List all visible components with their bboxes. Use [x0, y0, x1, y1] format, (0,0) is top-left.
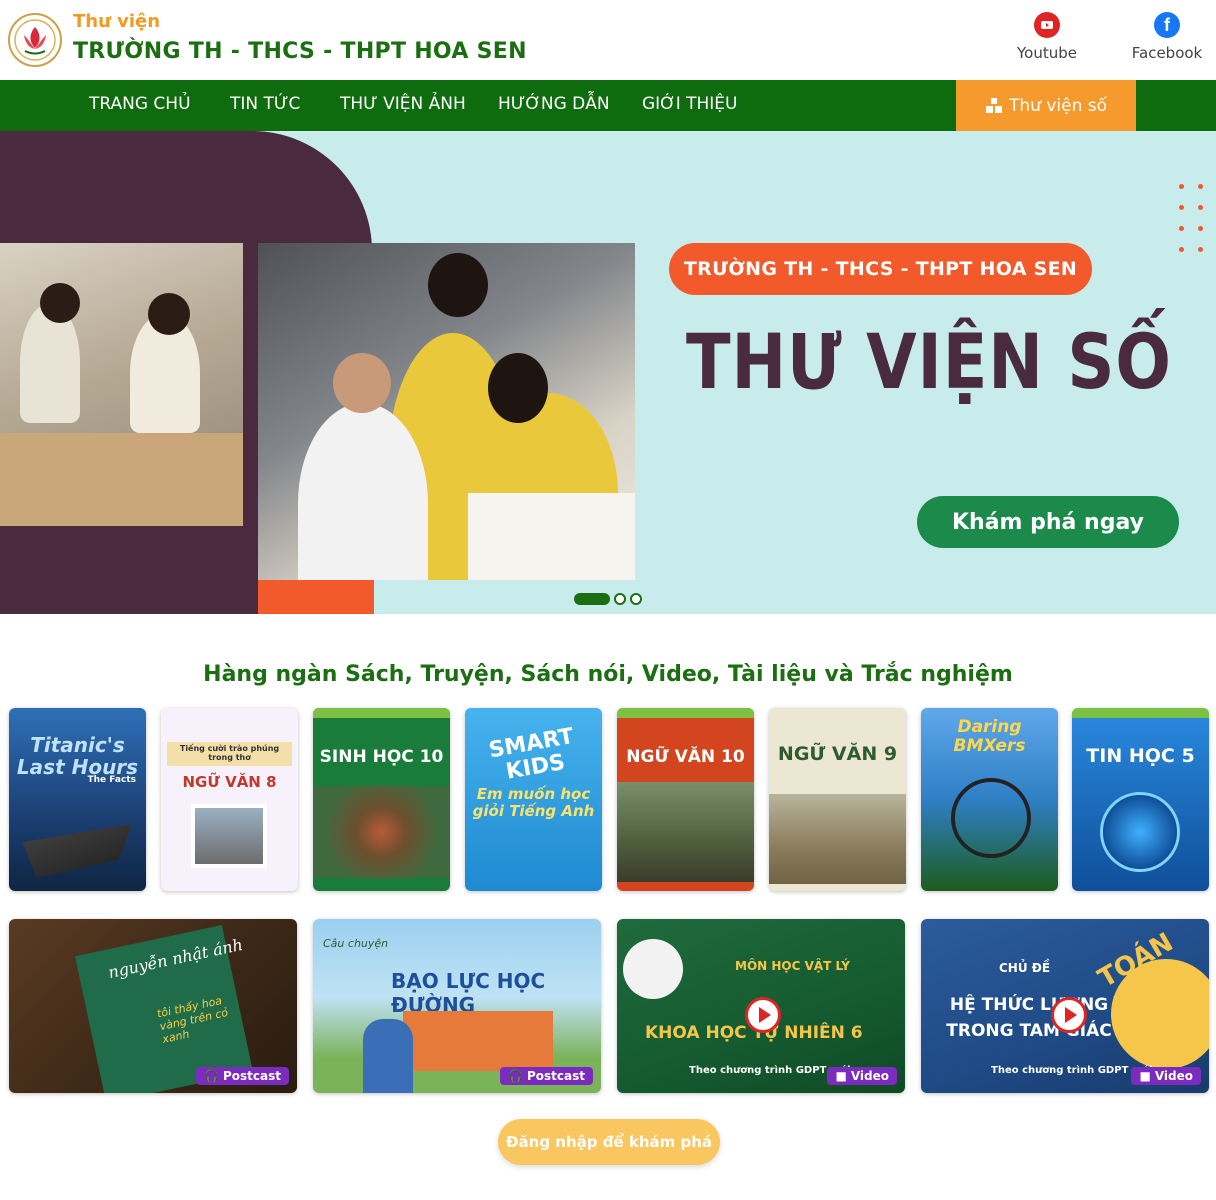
book-card-tin-hoc-5[interactable]: TIN HỌC 5: [1072, 708, 1209, 891]
media-title: HỆ THỨC LƯỢNG TRONG TAM GIÁC: [946, 995, 1112, 1041]
students-photo: [0, 243, 243, 526]
book-card-bmxers[interactable]: Daring BMXers: [921, 708, 1058, 891]
media-subtitle: CHỦ ĐỀ: [999, 961, 1051, 975]
nav-item-home[interactable]: TRANG CHỦ: [89, 80, 191, 131]
youtube-link[interactable]: Youtube: [1002, 12, 1092, 62]
hero-school-name: TRƯỜNG TH - THCS - THPT HOA SEN: [669, 243, 1092, 295]
badge-label: Video: [850, 1069, 889, 1083]
school-logo[interactable]: [8, 13, 62, 67]
book-card-titanic[interactable]: Titanic's Last Hours The Facts: [9, 708, 146, 891]
teacher-students-photo: [258, 243, 635, 580]
youtube-label: Youtube: [1017, 44, 1077, 62]
book-card-ngu-van-9[interactable]: NGỮ VĂN 9: [769, 708, 906, 891]
brand-title[interactable]: TRƯỜNG TH - THCS - THPT HOA SEN: [73, 39, 527, 64]
video-camera-icon: ■: [835, 1069, 847, 1083]
headphones-icon: 🎧: [508, 1069, 523, 1083]
book-card-ngu-van-10[interactable]: NGỮ VĂN 10: [617, 708, 754, 891]
book-title: SMART KIDS: [486, 723, 576, 785]
badge-label: Postcast: [526, 1069, 585, 1083]
book-card-sinh-hoc-10[interactable]: SINH HỌC 10: [313, 708, 450, 891]
headphones-icon: 🎧: [204, 1069, 219, 1083]
hero-decor-dots: [1176, 181, 1206, 261]
nav-item-news[interactable]: TIN TỨC: [230, 80, 300, 131]
digital-library-label: Thư viện số: [1008, 95, 1107, 116]
facebook-link[interactable]: f Facebook: [1122, 12, 1212, 62]
slide-dot-1[interactable]: [574, 593, 610, 605]
facebook-label: Facebook: [1131, 44, 1203, 62]
login-to-explore-button[interactable]: Đăng nhập để khám phá: [498, 1119, 720, 1165]
youtube-icon: [1034, 12, 1060, 38]
play-icon[interactable]: [1051, 997, 1087, 1033]
badge-label: Video: [1154, 1069, 1193, 1083]
book-subtitle: Tiếng cười trào phúng trong thơ: [167, 742, 292, 766]
media-card-audiobook-1[interactable]: nguyễn nhật ánh tôi thấy hoa vàng trên c…: [9, 919, 297, 1093]
book-title: TIN HỌC 5: [1086, 745, 1195, 767]
digital-library-button[interactable]: Thư viện số: [956, 80, 1136, 131]
nav-item-about[interactable]: GIỚI THIỆU: [642, 80, 738, 131]
nav-item-guide[interactable]: HƯỚNG DẪN: [498, 80, 610, 131]
lotus-logo-icon: [14, 19, 56, 61]
nav-item-photo-library[interactable]: THƯ VIỆN ẢNH: [340, 80, 466, 131]
media-subtitle: Câu chuyện: [323, 937, 389, 950]
book-title: NGỮ VĂN 8: [182, 773, 277, 791]
media-card-video-1[interactable]: MÔN HỌC VẬT LÝ KHOA HỌC TỰ NHIÊN 6 Theo …: [617, 919, 905, 1093]
podcast-badge: 🎧 Postcast: [500, 1067, 593, 1085]
section-title: Hàng ngàn Sách, Truyện, Sách nói, Video,…: [203, 662, 1013, 687]
hero-title: THƯ VIỆN SỐ: [686, 317, 1172, 406]
media-note: Theo chương trình GDPT mới: [991, 1065, 1153, 1076]
slider-pagination: [574, 593, 642, 605]
book-card-smart-kids[interactable]: SMART KIDS Em muốn học giỏi Tiếng Anh: [465, 708, 602, 891]
book-title: NGỮ VĂN 10: [626, 747, 745, 767]
slide-dot-3[interactable]: [630, 593, 642, 605]
library-icon: [985, 97, 1002, 113]
book-card-ngu-van-8[interactable]: Tiếng cười trào phúng trong thơ NGỮ VĂN …: [161, 708, 298, 891]
badge-label: Postcast: [222, 1069, 281, 1083]
hero-banner[interactable]: TRƯỜNG TH - THCS - THPT HOA SEN THƯ VIỆN…: [0, 131, 1216, 614]
media-note: Theo chương trình GDPT mới: [689, 1065, 851, 1076]
media-subtitle: MÔN HỌC VẬT LÝ: [735, 959, 850, 973]
book-subtitle: The Facts: [87, 775, 136, 785]
slide-dot-2[interactable]: [614, 593, 626, 605]
book-title: Daring BMXers: [953, 717, 1026, 756]
media-card-audiobook-2[interactable]: Câu chuyện BẠO LỰC HỌC ĐƯỜNG 🎧 Postcast: [313, 919, 601, 1093]
play-icon[interactable]: [745, 997, 781, 1033]
media-card-video-2[interactable]: TOÁN 10 CHỦ ĐỀ HỆ THỨC LƯỢNG TRONG TAM G…: [921, 919, 1209, 1093]
video-badge: ■ Video: [827, 1067, 897, 1085]
book-title: SINH HỌC 10: [319, 747, 444, 767]
book-title: NGỮ VĂN 9: [777, 743, 898, 765]
explore-now-button[interactable]: Khám phá ngay: [917, 496, 1179, 548]
video-camera-icon: ■: [1139, 1069, 1151, 1083]
media-title: BẠO LỰC HỌC ĐƯỜNG: [391, 969, 546, 1017]
top-header: Thư viện TRƯỜNG TH - THCS - THPT HOA SEN…: [0, 0, 1216, 80]
podcast-badge: 🎧 Postcast: [196, 1067, 289, 1085]
facebook-icon: f: [1154, 12, 1180, 38]
book-title: Titanic's Last Hours: [16, 733, 139, 779]
book-subtitle: Em muốn học giỏi Tiếng Anh: [472, 785, 595, 820]
video-badge: ■ Video: [1131, 1067, 1201, 1085]
brand-subtitle: Thư viện: [73, 11, 161, 32]
